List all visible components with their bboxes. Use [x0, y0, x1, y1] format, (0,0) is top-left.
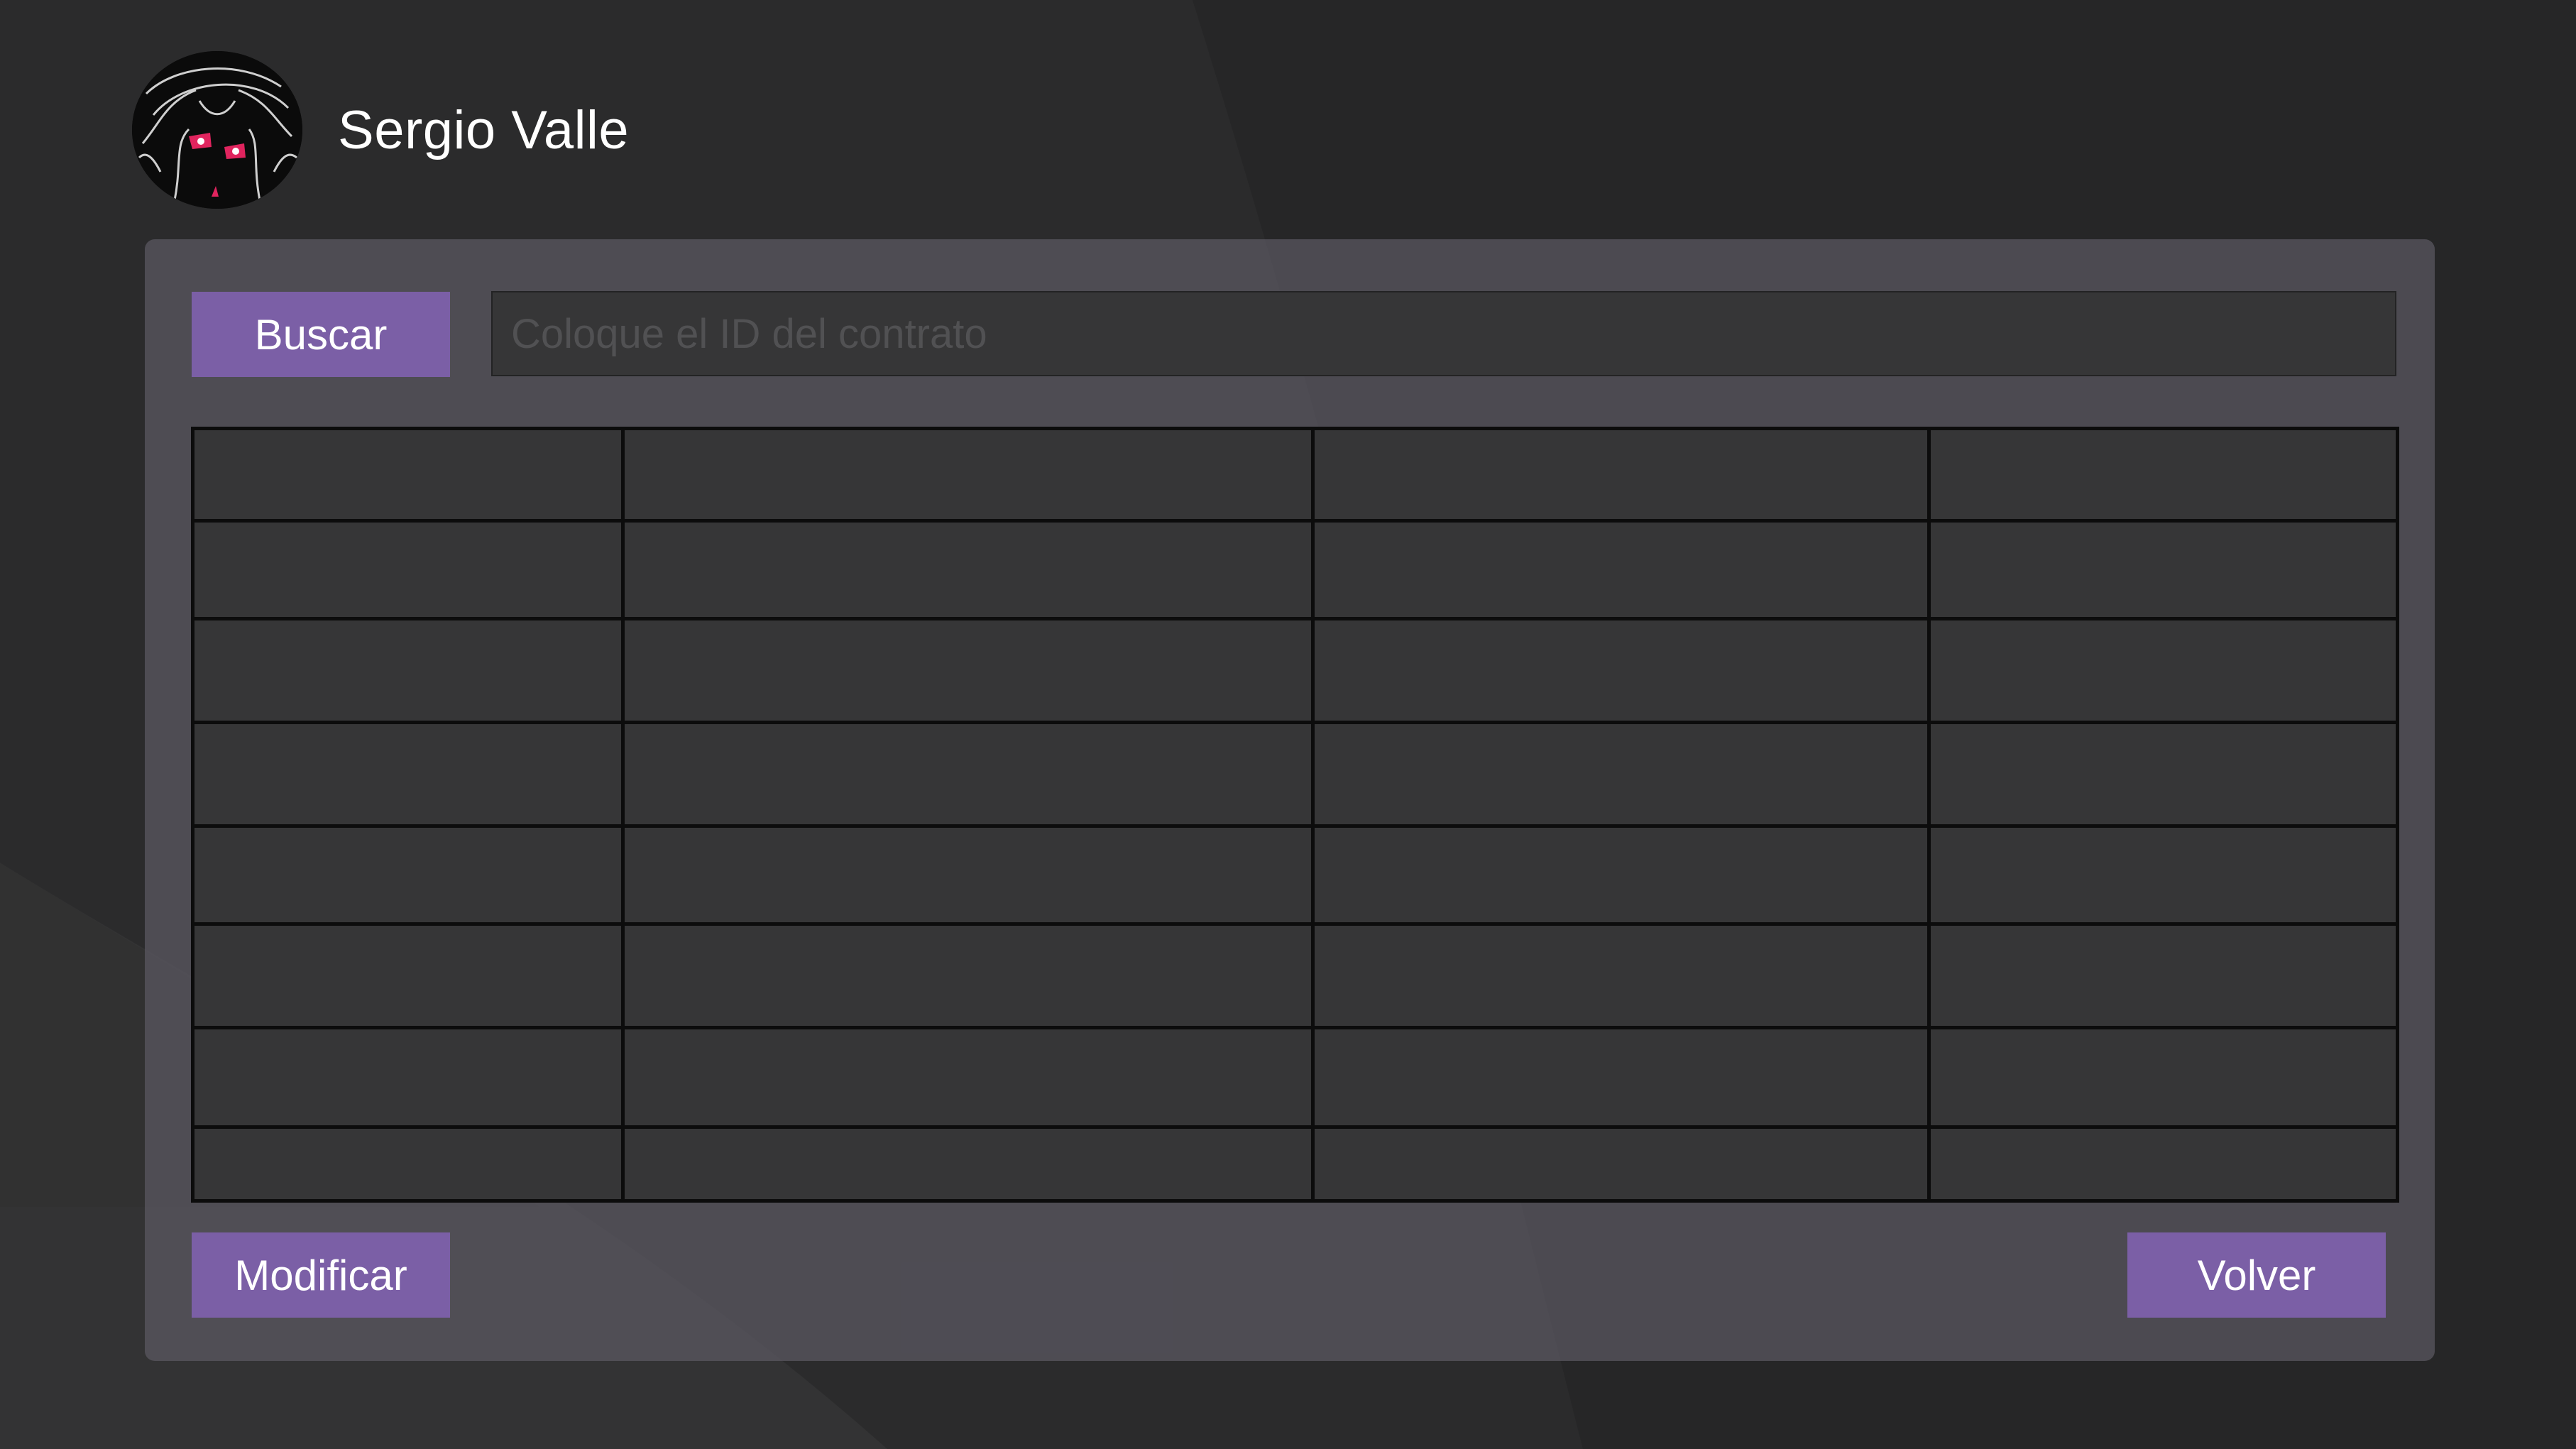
table-cell	[191, 1125, 625, 1203]
table-cell	[621, 617, 1315, 724]
table-cell	[1311, 824, 1931, 926]
user-name: Sergio Valle	[338, 99, 630, 160]
contract-id-input[interactable]	[491, 291, 2396, 376]
table-cell	[1311, 1026, 1931, 1129]
contracts-table	[191, 427, 2399, 1203]
table-cell	[1311, 617, 1931, 724]
table-cell	[1311, 1125, 1931, 1203]
table-row[interactable]	[191, 1026, 2399, 1129]
table-cell	[1927, 922, 2399, 1029]
back-button[interactable]: Volver	[2127, 1232, 2386, 1318]
table-cell	[1311, 519, 1931, 620]
table-header-cell	[1311, 427, 1931, 523]
table-cell	[191, 824, 625, 926]
table-cell	[1927, 1125, 2399, 1203]
table-cell	[1927, 824, 2399, 926]
table-row[interactable]	[191, 1125, 2399, 1203]
table-header-cell	[1927, 427, 2399, 523]
table-row[interactable]	[191, 617, 2399, 724]
modify-button[interactable]: Modificar	[192, 1232, 450, 1318]
search-button[interactable]: Buscar	[192, 292, 450, 377]
table-cell	[621, 721, 1315, 828]
table-cell	[1927, 721, 2399, 828]
table-cell	[1311, 922, 1931, 1029]
table-row[interactable]	[191, 922, 2399, 1029]
table-header-cell	[191, 427, 625, 523]
table-cell	[621, 1026, 1315, 1129]
table-cell	[1927, 1026, 2399, 1129]
table-cell	[191, 617, 625, 724]
table-cell	[191, 1026, 625, 1129]
table-row[interactable]	[191, 721, 2399, 828]
table-row[interactable]	[191, 519, 2399, 620]
table-cell	[621, 519, 1315, 620]
table-cell	[191, 721, 625, 828]
user-header: Sergio Valle	[132, 51, 629, 209]
table-header-cell	[621, 427, 1315, 523]
contract-panel: Buscar Coloque el ID del contrato Modifi…	[145, 239, 2435, 1361]
table-header-row	[191, 427, 2399, 523]
table-row[interactable]	[191, 824, 2399, 926]
table-cell	[1927, 519, 2399, 620]
table-cell	[621, 1125, 1315, 1203]
table-cell	[191, 922, 625, 1029]
table-cell	[621, 922, 1315, 1029]
user-avatar-icon	[132, 51, 302, 209]
table-cell	[621, 824, 1315, 926]
table-cell	[1927, 617, 2399, 724]
table-cell	[1311, 721, 1931, 828]
table-cell	[191, 519, 625, 620]
